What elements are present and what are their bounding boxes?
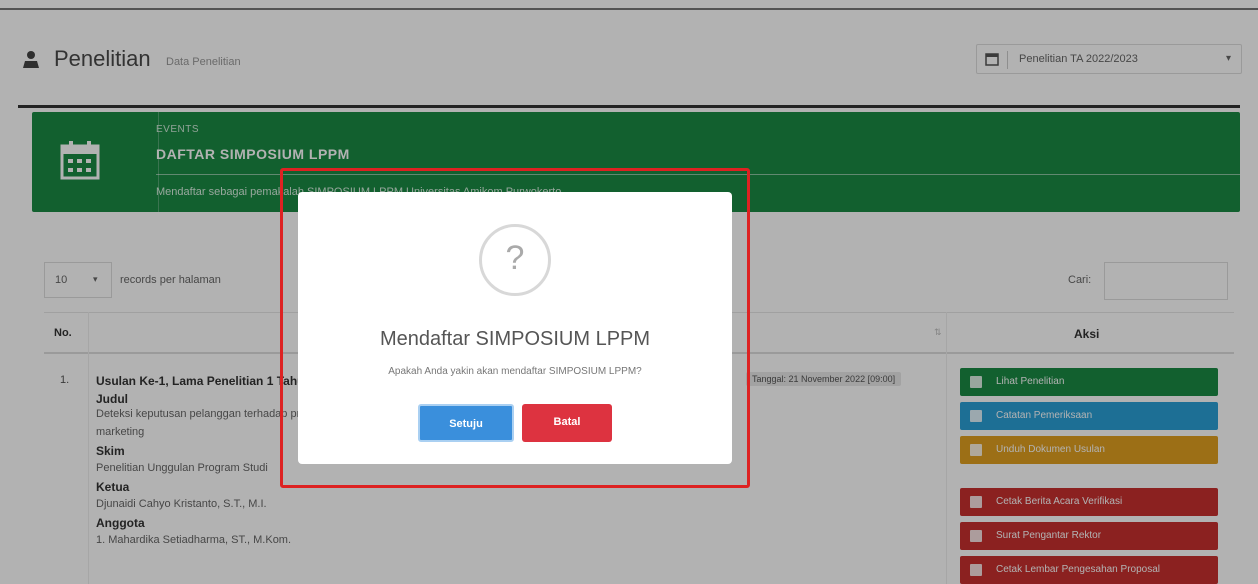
confirm-button[interactable]: Setuju	[418, 404, 514, 442]
cancel-button[interactable]: Batal	[522, 404, 612, 442]
confirm-button-label: Setuju	[449, 418, 483, 430]
cancel-button-label: Batal	[553, 416, 581, 428]
dialog-message: Apakah Anda yakin akan mendaftar SIMPOSI…	[388, 366, 642, 377]
confirm-dialog: ? Mendaftar SIMPOSIUM LPPM Apakah Anda y…	[298, 192, 732, 464]
question-icon: ?	[479, 224, 551, 296]
question-glyph: ?	[505, 239, 525, 277]
dialog-title: Mendaftar SIMPOSIUM LPPM	[379, 328, 651, 350]
